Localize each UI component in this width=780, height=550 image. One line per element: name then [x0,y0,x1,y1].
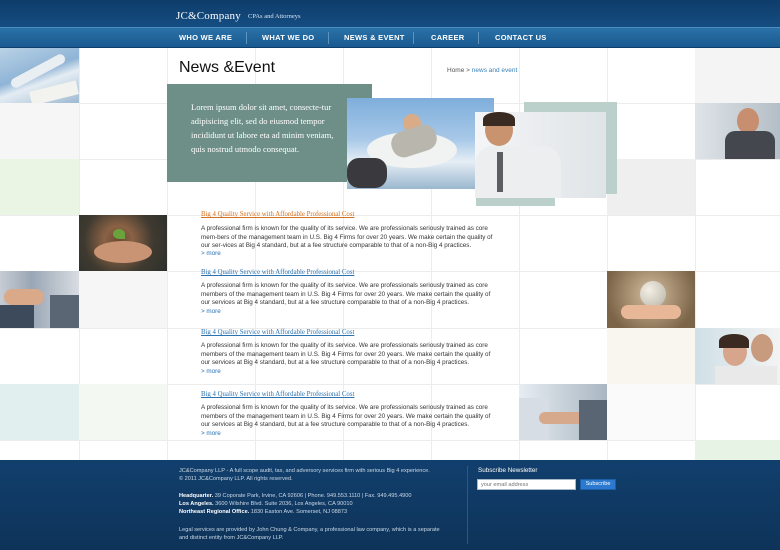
hero-child-photo [347,98,494,189]
footer-about: JC&Company LLP - A full scope audit, tax… [179,468,430,474]
news-item-title[interactable]: Big 4 Quality Service with Affordable Pr… [201,211,354,218]
footer-la-text: 3600 Wilshire Blvd. Suite 2036, Los Ange… [213,501,353,507]
breadcrumb: Home > news and event [447,67,517,74]
nav-divider [246,32,247,44]
footer-address-hq: Headquarter. 39 Coporate Park, Irvine, C… [179,492,464,500]
business-handshake-photo [519,384,607,440]
news-item-body: A professional firm is known for the qua… [201,282,491,307]
footer-copyright: © 2011 JC&Company LLP. All rights reserv… [179,476,293,482]
breadcrumb-home[interactable]: Home [447,67,464,74]
footer-address-la: Los Angeles. 3600 Wilshire Blvd. Suite 2… [179,500,464,508]
nav-news-event[interactable]: NEWS & EVENT [344,28,405,48]
news-item-more-link[interactable]: > more [201,368,221,375]
footer-ne-label: Northeast Regional Office. [179,509,250,515]
news-item-title[interactable]: Big 4 Quality Service with Affordable Pr… [201,269,354,276]
news-item-body: A professional firm is known for the qua… [201,225,493,250]
nav-career[interactable]: CAREER [431,28,464,48]
news-item-title[interactable]: Big 4 Quality Service with Affordable Pr… [201,391,354,398]
breadcrumb-current: news and event [471,67,518,74]
nav-contact-us[interactable]: CONTACT US [495,28,547,48]
site-logo[interactable]: JC&Company [176,10,241,22]
footer-hq-text: 39 Coporate Park, Irvine, CA 92606 | Pho… [213,493,412,499]
footer-address-ne: Northeast Regional Office. 1830 Easton A… [179,508,464,516]
nav-divider [328,32,329,44]
hero-businessman-photo [475,112,606,198]
footer-legal: Legal services are provided by John Chun… [179,527,440,541]
breadcrumb-separator: > [464,67,472,74]
news-item-title[interactable]: Big 4 Quality Service with Affordable Pr… [201,329,354,336]
footer-divider [467,466,468,544]
news-item-more-link[interactable]: > more [201,250,221,257]
hero-text: Lorem ipsum dolor sit amet, consecte-tur… [191,102,334,154]
footer-hq-label: Headquarter. [179,493,214,499]
globe-in-hand-photo [607,271,695,328]
top-header-bar [0,0,780,27]
news-item-body: A professional firm is known for the qua… [201,342,491,367]
footer-ne-text: 1830 Easton Ave. Somerset, NJ 08873 [249,509,348,515]
newsletter-email-input[interactable] [477,479,576,490]
nav-divider [478,32,479,44]
page-title: News &Event [179,59,276,76]
news-item-body: A professional firm is known for the qua… [201,404,491,429]
airplane-photo [0,48,79,103]
newsletter-label: Subscribe Newsletter [478,467,538,474]
news-item-more-link[interactable]: > more [201,430,221,437]
smiling-couple-photo [695,328,780,384]
nav-divider [413,32,414,44]
nav-who-we-are[interactable]: WHO WE ARE [179,28,232,48]
handshake-photo [0,271,79,328]
subscribe-button[interactable]: Subscribe [580,479,616,490]
hands-seedling-photo [79,215,167,271]
footer-la-label: Los Angeles. [179,501,214,507]
nav-what-we-do[interactable]: WHAT WE DO [262,28,314,48]
news-item-more-link[interactable]: > more [201,308,221,315]
main-nav: WHO WE ARE WHAT WE DO NEWS & EVENT CAREE… [0,27,780,48]
site-tagline: CPAs and Attorneys [248,13,301,20]
businessman-photo [695,103,780,159]
